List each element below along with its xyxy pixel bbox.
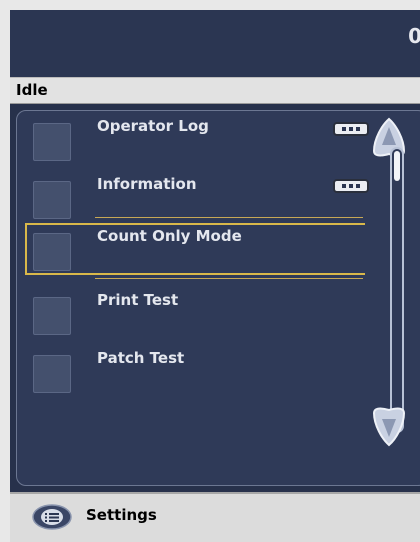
menu-item-count-only-mode[interactable]: Count Only Mode xyxy=(25,223,365,275)
menu-item-information[interactable]: Information xyxy=(25,171,365,223)
menu-item-print-test[interactable]: Print Test xyxy=(25,287,365,339)
menu-item-label: Patch Test xyxy=(97,349,185,367)
menu-item-operator-log[interactable]: Operator Log xyxy=(25,113,365,165)
bottom-bar: Settings xyxy=(10,492,420,542)
scrollbar-thumb[interactable] xyxy=(394,151,400,181)
menu-item-checkbox xyxy=(33,233,71,271)
settings-label: Settings xyxy=(86,506,157,524)
menu-item-checkbox xyxy=(33,123,71,161)
more-options-icon[interactable] xyxy=(333,179,369,193)
more-options-icon[interactable] xyxy=(333,122,369,136)
menu-item-label: Print Test xyxy=(97,291,179,309)
menu-item-patch-test[interactable]: Patch Test xyxy=(25,345,365,397)
settings-button[interactable] xyxy=(32,504,72,530)
menu-item-label: Operator Log xyxy=(97,117,209,135)
scanner-screen: 0 Idle Operator Log Information Count On… xyxy=(0,0,420,542)
divider xyxy=(95,217,363,218)
divider xyxy=(95,278,363,279)
status-text: Idle xyxy=(16,81,48,99)
menu-item-checkbox xyxy=(33,181,71,219)
menu-item-label: Count Only Mode xyxy=(97,227,242,245)
menu-area: Operator Log Information Count Only Mode… xyxy=(10,104,420,492)
top-header: 0 xyxy=(10,10,420,77)
menu-item-label: Information xyxy=(97,175,197,193)
page-counter: 0 xyxy=(408,24,420,48)
status-bar: Idle xyxy=(10,77,420,104)
scroll-down-button[interactable] xyxy=(372,407,406,447)
menu-item-checkbox xyxy=(33,355,71,393)
scrollbar-track[interactable] xyxy=(390,147,404,433)
menu-panel: Operator Log Information Count Only Mode… xyxy=(16,110,420,486)
menu-item-checkbox xyxy=(33,297,71,335)
